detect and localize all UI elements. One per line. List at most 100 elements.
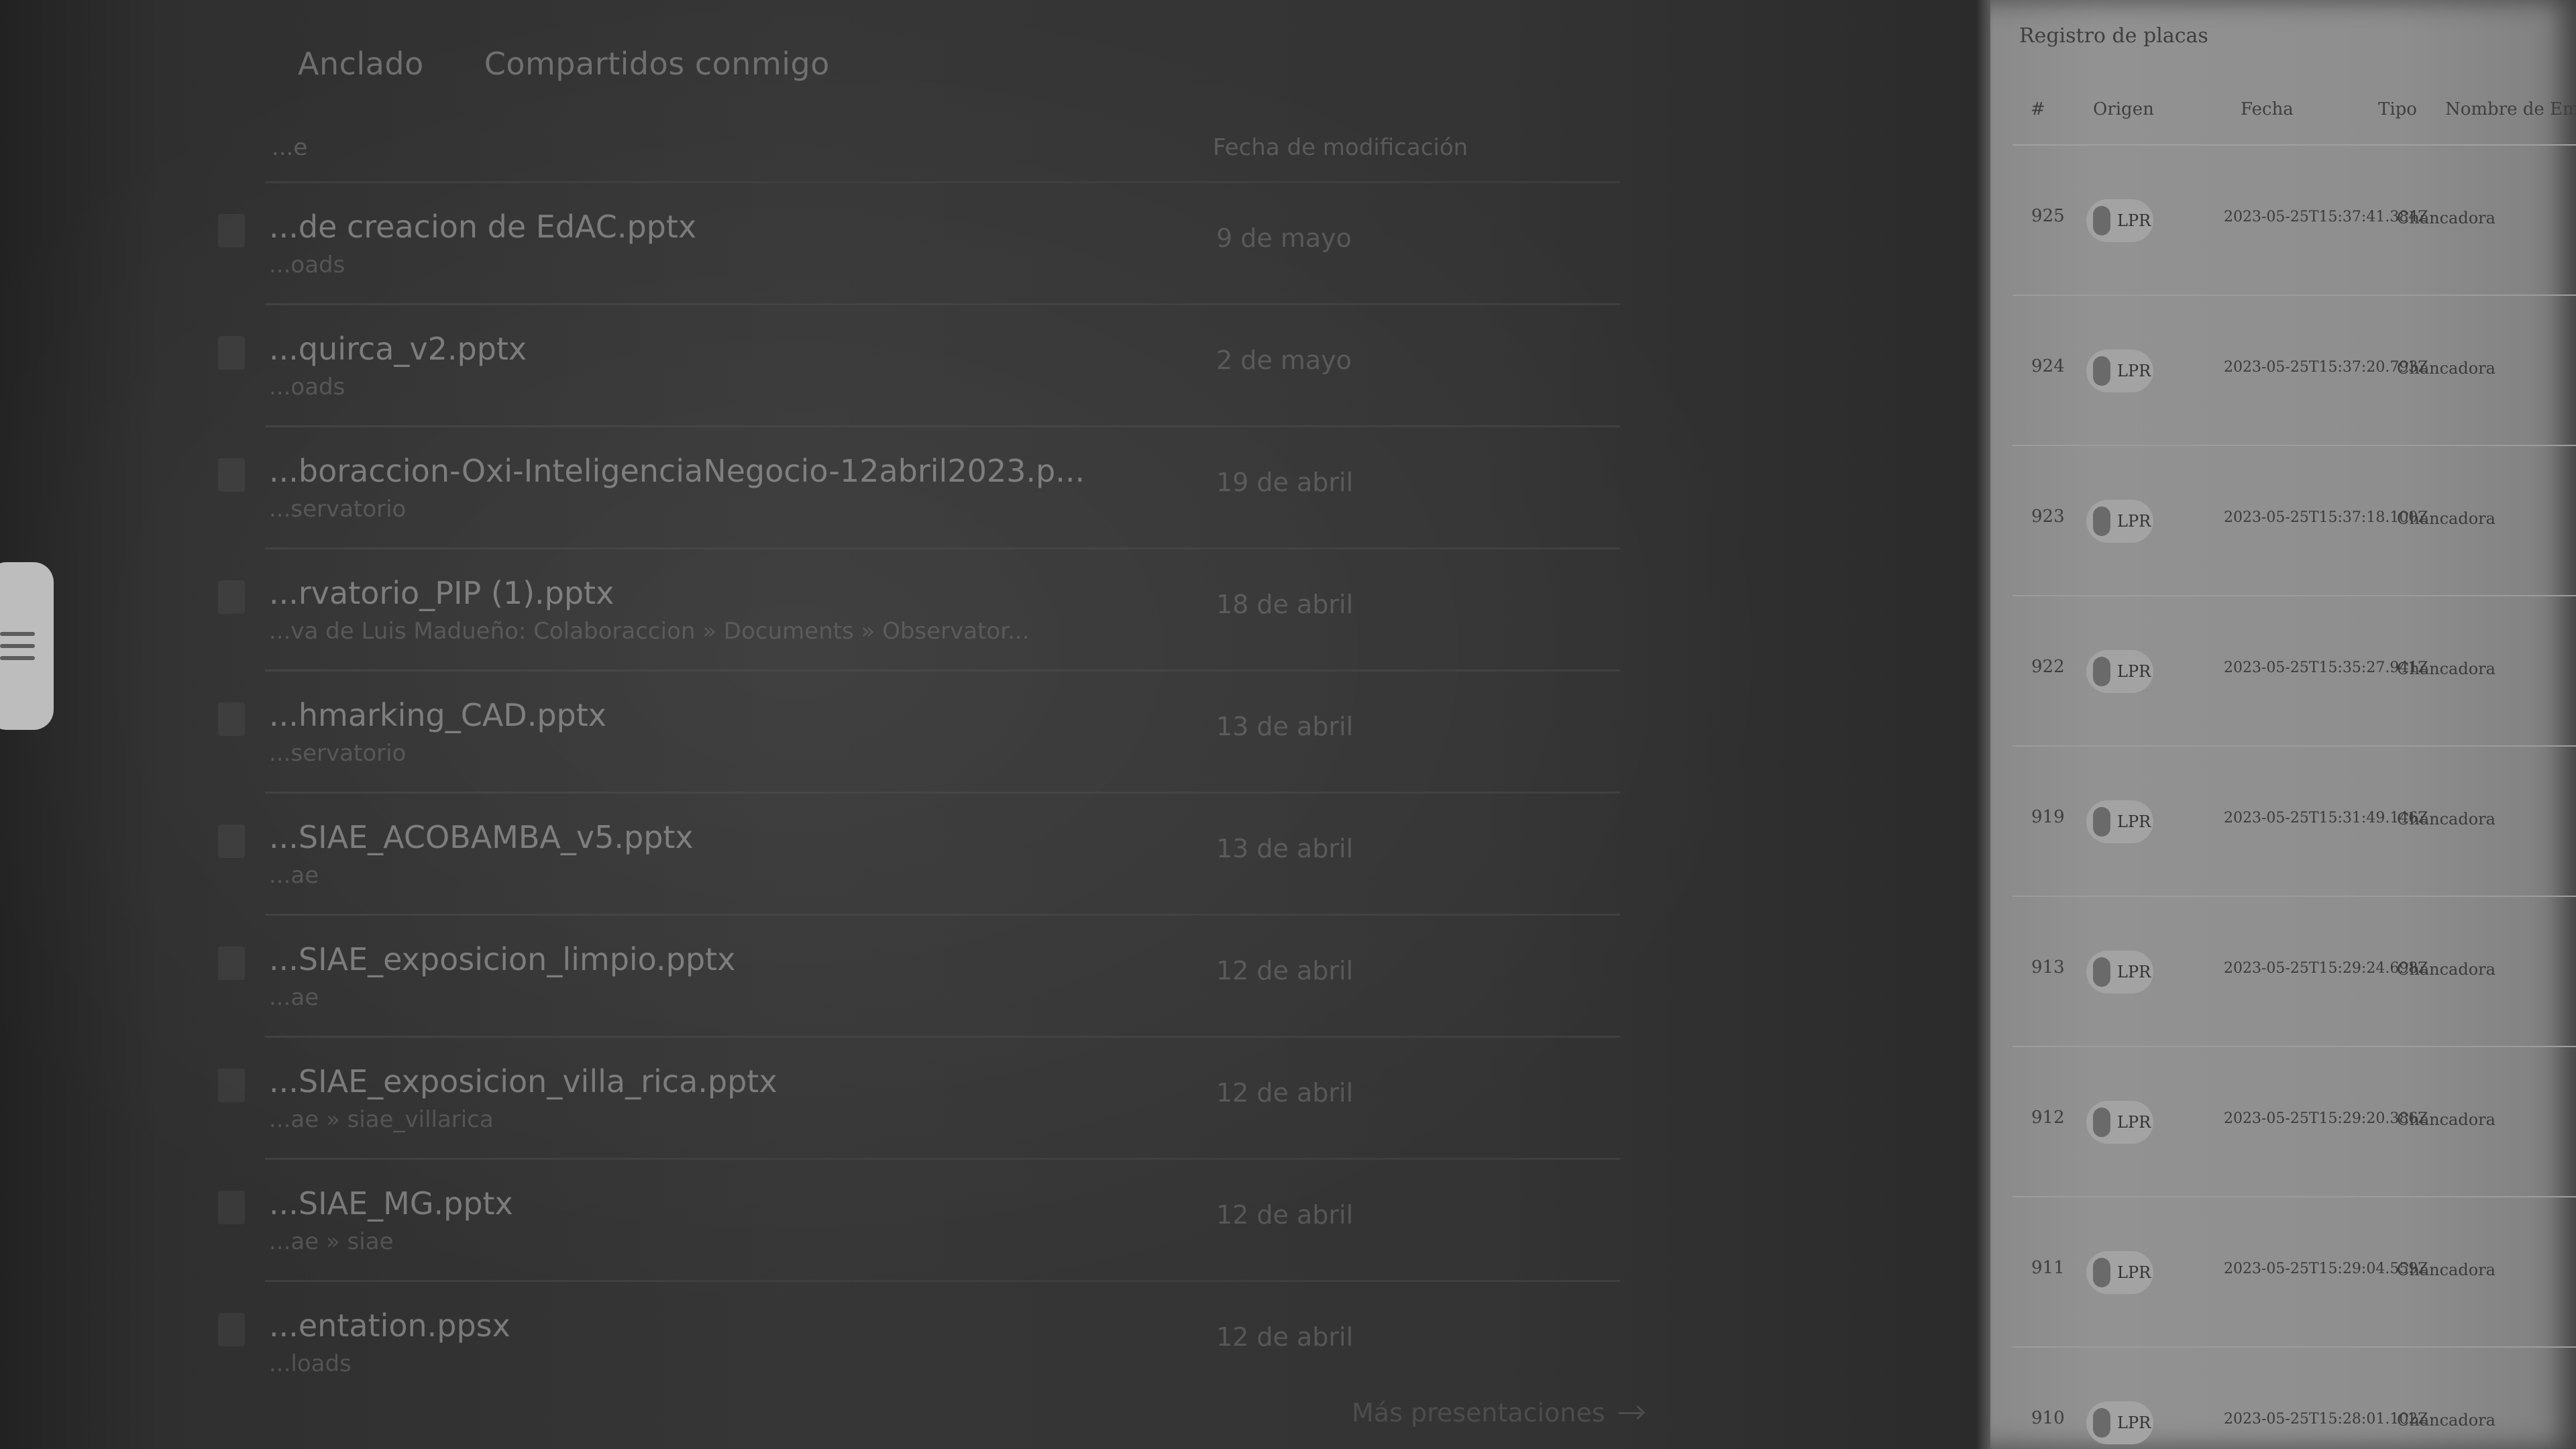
file-path: ...ae » siae_villarica (269, 1106, 494, 1133)
row-type: Chancadora (2397, 810, 2496, 828)
file-row[interactable]: ...quirca_v2.pptx ...oads 2 de mayo (218, 303, 1620, 425)
origin-label: LPR (2117, 1413, 2151, 1432)
file-path: ...va de Luis Madueño: Colaboraccion » D… (269, 618, 1030, 645)
row-type: Chancadora (2397, 209, 2496, 227)
table-row[interactable]: 925 LPR 2023-05-25T15:37:41.384Z Chancad… (2012, 144, 2576, 294)
hamburger-icon (0, 629, 35, 663)
more-presentations-link[interactable]: Más presentaciones (1352, 1398, 1646, 1428)
file-row[interactable]: ...de creacion de EdAC.pptx ...oads 9 de… (218, 181, 1620, 303)
camera-icon (2093, 1258, 2110, 1287)
file-modified-date: 12 de abril (1216, 1078, 1354, 1108)
file-path: ...loads (269, 1350, 352, 1377)
file-modified-date: 13 de abril (1216, 712, 1354, 741)
table-row[interactable]: 912 LPR 2023-05-25T15:29:20.386Z Chancad… (2012, 1046, 2576, 1196)
file-row[interactable]: ...SIAE_ACOBAMBA_v5.pptx ...ae 13 de abr… (218, 792, 1620, 914)
table-row[interactable]: 923 LPR 2023-05-25T15:37:18.100Z Chancad… (2012, 445, 2576, 595)
file-name: ...rvatorio_PIP (1).pptx (269, 575, 614, 611)
origin-badge: LPR (2086, 650, 2153, 693)
file-row[interactable]: ...SIAE_MG.pptx ...ae » siae 12 de abril (218, 1158, 1620, 1280)
column-header-date[interactable]: Fecha (2241, 99, 2294, 119)
origin-label: LPR (2117, 1113, 2151, 1132)
row-id: 924 (2031, 356, 2065, 376)
registry-title: Registro de placas (2019, 24, 2208, 48)
camera-icon (2093, 506, 2110, 536)
pptx-file-icon (218, 580, 245, 614)
file-name: ...SIAE_ACOBAMBA_v5.pptx (269, 819, 694, 855)
origin-label: LPR (2117, 662, 2151, 681)
file-row[interactable]: ...boraccion-Oxi-InteligenciaNegocio-12a… (218, 425, 1620, 547)
table-row[interactable]: 913 LPR 2023-05-25T15:29:24.698Z Chancad… (2012, 896, 2576, 1046)
origin-label: LPR (2117, 812, 2151, 831)
column-header-origin[interactable]: Origen (2093, 99, 2154, 119)
row-type: Chancadora (2397, 509, 2496, 528)
row-type: Chancadora (2397, 359, 2496, 378)
tab-pinned[interactable]: Anclado (295, 40, 427, 87)
pptx-file-icon (218, 702, 245, 736)
ppsx-file-icon (218, 1313, 245, 1346)
origin-badge: LPR (2086, 350, 2153, 392)
screen: Anclado Compartidos conmigo ...e Fecha d… (0, 0, 2576, 1449)
origin-badge: LPR (2086, 951, 2153, 994)
file-modified-date: 12 de abril (1216, 1200, 1354, 1230)
file-row[interactable]: ...entation.ppsx ...loads 12 de abril (218, 1280, 1620, 1402)
column-header-modified-date[interactable]: Fecha de modificación (1213, 134, 1468, 161)
file-name: ...boraccion-Oxi-InteligenciaNegocio-12a… (269, 453, 1085, 489)
origin-label: LPR (2117, 211, 2151, 230)
file-modified-date: 13 de abril (1216, 834, 1354, 863)
side-menu-handle[interactable] (0, 562, 54, 730)
file-modified-date: 2 de mayo (1216, 345, 1352, 375)
row-id: 910 (2031, 1408, 2065, 1428)
pptx-file-icon (218, 458, 245, 492)
pptx-file-icon (218, 336, 245, 370)
file-name: ...de creacion de EdAC.pptx (269, 209, 697, 245)
recent-files-panel: Anclado Compartidos conmigo ...e Fecha d… (0, 0, 1979, 1449)
camera-icon (2093, 356, 2110, 386)
origin-badge: LPR (2086, 1251, 2153, 1294)
row-id: 913 (2031, 957, 2065, 977)
file-path: ...ae (269, 862, 319, 889)
row-type: Chancadora (2397, 1110, 2496, 1129)
file-path: ...oads (269, 374, 345, 400)
origin-label: LPR (2117, 963, 2151, 981)
camera-icon (2093, 957, 2110, 987)
file-path: ...ae » siae (269, 1228, 394, 1255)
tab-shared-with-me[interactable]: Compartidos conmigo (482, 40, 833, 87)
table-row[interactable]: 924 LPR 2023-05-25T15:37:20.793Z Chancad… (2012, 294, 2576, 445)
column-header-number[interactable]: # (2031, 99, 2045, 119)
file-name: ...quirca_v2.pptx (269, 331, 527, 367)
file-row[interactable]: ...SIAE_exposicion_limpio.pptx ...ae 12 … (218, 914, 1620, 1036)
row-id: 911 (2031, 1258, 2065, 1278)
row-id: 923 (2031, 506, 2065, 527)
origin-badge: LPR (2086, 1101, 2153, 1144)
file-row[interactable]: ...rvatorio_PIP (1).pptx ...va de Luis M… (218, 547, 1620, 669)
origin-label: LPR (2117, 512, 2151, 531)
origin-badge: LPR (2086, 500, 2153, 543)
camera-icon (2093, 657, 2110, 686)
table-row[interactable]: 911 LPR 2023-05-25T15:29:04.559Z Chancad… (2012, 1196, 2576, 1346)
origin-label: LPR (2117, 362, 2151, 380)
row-id: 922 (2031, 657, 2065, 677)
camera-icon (2093, 1408, 2110, 1438)
column-header-name[interactable]: ...e (272, 134, 307, 161)
file-name: ...hmarking_CAD.pptx (269, 697, 606, 733)
file-name: ...SIAE_exposicion_villa_rica.pptx (269, 1063, 777, 1099)
pptx-file-icon (218, 1069, 245, 1102)
file-row[interactable]: ...hmarking_CAD.pptx ...servatorio 13 de… (218, 669, 1620, 792)
file-path: ...servatorio (269, 496, 407, 523)
file-modified-date: 9 de mayo (1216, 223, 1352, 253)
table-row[interactable]: 910 LPR 2023-05-25T15:28:01.102Z Chancad… (2012, 1346, 2576, 1449)
row-type: Chancadora (2397, 659, 2496, 678)
file-name: ...SIAE_exposicion_limpio.pptx (269, 941, 736, 977)
camera-icon (2093, 807, 2110, 837)
file-modified-date: 18 de abril (1216, 590, 1354, 619)
column-header-type[interactable]: Tipo (2378, 99, 2417, 119)
pptx-file-icon (218, 1191, 245, 1224)
plate-registry-panel: Registro de placas # Origen Fecha Tipo N… (1976, 0, 2576, 1449)
table-row[interactable]: 919 LPR 2023-05-25T15:31:49.146Z Chancad… (2012, 745, 2576, 896)
row-type: Chancadora (2397, 1260, 2496, 1279)
file-row[interactable]: ...SIAE_exposicion_villa_rica.pptx ...ae… (218, 1036, 1620, 1158)
column-header-company-name[interactable]: Nombre de Empresa (2445, 99, 2576, 119)
table-row[interactable]: 922 LPR 2023-05-25T15:35:27.941Z Chancad… (2012, 595, 2576, 745)
origin-badge: LPR (2086, 199, 2153, 242)
row-id: 919 (2031, 807, 2065, 827)
